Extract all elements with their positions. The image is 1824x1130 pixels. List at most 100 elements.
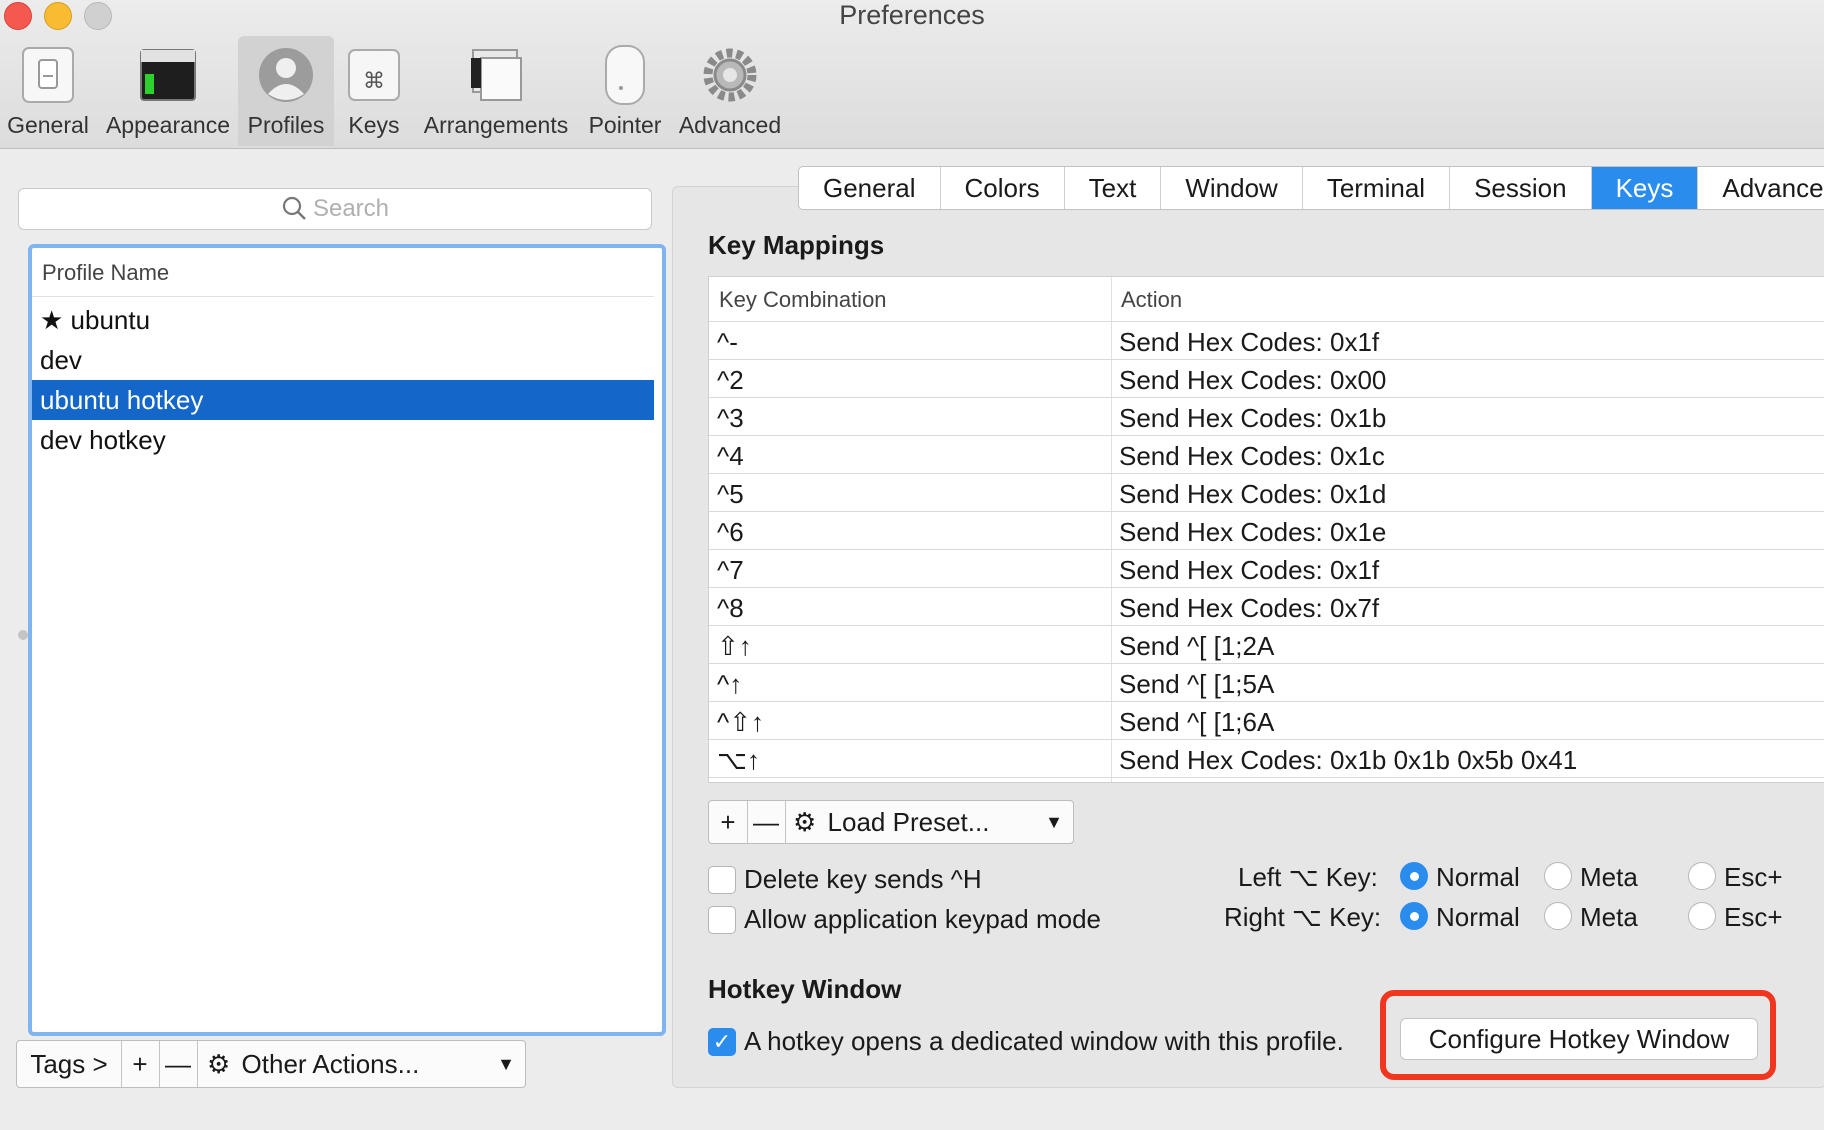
- table-row[interactable]: ^- Send Hex Codes: 0x1f: [709, 322, 1824, 360]
- load-preset-label: Load Preset...: [827, 807, 990, 837]
- terminal-window-icon: [140, 49, 196, 101]
- profile-list: Profile Name ★ ubuntu dev ubuntu hotkey …: [28, 244, 666, 1036]
- svg-text:⌘: ⌘: [363, 69, 385, 94]
- tab-window[interactable]: Window: [1161, 167, 1303, 209]
- left-option-normal-radio[interactable]: [1400, 862, 1428, 890]
- table-row[interactable]: ^5 Send Hex Codes: 0x1d: [709, 474, 1824, 512]
- tab-terminal[interactable]: Terminal: [1303, 167, 1451, 209]
- delete-key-checkbox[interactable]: [708, 866, 736, 894]
- delete-key-label: Delete key sends ^H: [744, 864, 982, 894]
- gear-icon: ⚙: [793, 807, 817, 837]
- keypad-mode-label: Allow application keypad mode: [744, 904, 1101, 934]
- table-row[interactable]: ^8 Send Hex Codes: 0x7f: [709, 588, 1824, 626]
- key-mappings-heading: Key Mappings: [708, 230, 885, 260]
- table-row[interactable]: ⌥↑ Send Hex Codes: 0x1b 0x1b 0x5b 0x41: [709, 740, 1824, 778]
- action-cell: Send Hex Codes: 0x7f: [1119, 593, 1380, 623]
- toolbar-profiles[interactable]: Profiles: [238, 36, 334, 146]
- key-cell: ^5: [717, 479, 744, 509]
- toolbar-keys[interactable]: ⌘ Keys: [340, 36, 408, 146]
- search-placeholder: Search: [312, 195, 390, 222]
- remove-mapping-button[interactable]: —: [747, 801, 786, 843]
- tab-general[interactable]: General: [799, 167, 941, 209]
- add-mapping-button[interactable]: +: [709, 801, 748, 843]
- key-combination-column-header[interactable]: Key Combination: [719, 277, 887, 323]
- key-cell: ^8: [717, 593, 744, 623]
- toolbar-general[interactable]: General: [4, 36, 92, 146]
- hotkey-checkbox[interactable]: ✓: [708, 1028, 736, 1056]
- table-row[interactable]: ⇧↑ Send ^[ [1;2A: [709, 626, 1824, 664]
- table-row[interactable]: ^7 Send Hex Codes: 0x1f: [709, 550, 1824, 588]
- window-title: Preferences: [839, 0, 985, 30]
- right-option-esc-radio[interactable]: [1688, 902, 1716, 930]
- action-cell: Send Hex Codes: 0x1b: [1119, 403, 1387, 433]
- other-actions-label: Other Actions...: [241, 1049, 420, 1079]
- toolbar-arrangements[interactable]: Arrangements: [420, 36, 572, 146]
- tab-session[interactable]: Session: [1450, 167, 1592, 209]
- right-option-meta-label: Meta: [1580, 902, 1638, 932]
- gear-icon: ⚙: [207, 1049, 231, 1079]
- arrangements-windows-icon: [471, 49, 522, 101]
- keypad-mode-checkbox[interactable]: [708, 906, 736, 934]
- checkmark-icon: ✓: [712, 1029, 732, 1054]
- key-mapping-actions-bar: + — ⚙ Load Preset... ▼: [708, 800, 1074, 844]
- split-view-handle[interactable]: [18, 630, 28, 640]
- table-row[interactable]: ^↑ Send ^[ [1;5A: [709, 664, 1824, 702]
- action-cell: Send Hex Codes: 0x1e: [1119, 517, 1387, 547]
- chevron-down-icon: ▼: [1045, 812, 1063, 832]
- key-mappings-header: Key Combination Action: [709, 277, 1824, 322]
- action-cell: Send Hex Codes: 0x1d: [1119, 479, 1387, 509]
- right-option-esc-label: Esc+: [1724, 902, 1783, 932]
- tab-advanced[interactable]: Advanced: [1698, 167, 1824, 209]
- key-cell: ^2: [717, 365, 744, 395]
- load-preset-dropdown[interactable]: ⚙ Load Preset... ▼: [785, 801, 1073, 843]
- action-column-header[interactable]: Action: [1121, 277, 1182, 323]
- left-option-meta-radio[interactable]: [1544, 862, 1572, 890]
- left-option-meta-label: Meta: [1580, 862, 1638, 892]
- key-cell: ^↑: [717, 669, 743, 699]
- tab-keys[interactable]: Keys: [1591, 167, 1699, 209]
- table-row[interactable]: ^3 Send Hex Codes: 0x1b: [709, 398, 1824, 436]
- profile-row-ubuntu[interactable]: ★ ubuntu: [32, 300, 654, 340]
- left-option-esc-label: Esc+: [1724, 862, 1783, 892]
- hotkey-window-heading: Hotkey Window: [708, 974, 902, 1004]
- toolbar-appearance[interactable]: Appearance: [104, 36, 232, 146]
- right-option-key-label: Right ⌥ Key:: [1224, 902, 1382, 932]
- profile-name-column-header[interactable]: Profile Name: [32, 248, 654, 297]
- left-option-esc-radio[interactable]: [1688, 862, 1716, 890]
- profile-row-dev[interactable]: dev: [32, 340, 654, 380]
- table-row[interactable]: ^4 Send Hex Codes: 0x1c: [709, 436, 1824, 474]
- add-profile-button[interactable]: +: [121, 1041, 160, 1087]
- action-cell: Send Hex Codes: 0x1f: [1119, 327, 1380, 357]
- toolbar-pointer[interactable]: Pointer: [584, 36, 666, 146]
- tab-text[interactable]: Text: [1065, 167, 1162, 209]
- remove-profile-button[interactable]: —: [159, 1041, 198, 1087]
- key-cell: ^⇧↑: [717, 707, 764, 737]
- gear-icon: [703, 48, 757, 102]
- action-cell: Send Hex Codes: 0x1c: [1119, 441, 1385, 471]
- key-cell: ⌥↑: [717, 745, 760, 775]
- key-cell: ⇧↑: [717, 631, 752, 661]
- mouse-icon: [605, 45, 645, 105]
- right-option-meta-radio[interactable]: [1544, 902, 1572, 930]
- right-option-normal-radio[interactable]: [1400, 902, 1428, 930]
- profile-search-input[interactable]: Search: [18, 188, 652, 230]
- action-cell: Send ^[ [1;2A: [1119, 631, 1275, 661]
- key-cell: ^3: [717, 403, 744, 433]
- table-row[interactable]: ^⇧↑ Send ^[ [1;6A: [709, 702, 1824, 740]
- command-key-icon: ⌘: [348, 49, 400, 101]
- table-row[interactable]: ^2 Send Hex Codes: 0x00: [709, 360, 1824, 398]
- profile-avatar-icon: [259, 48, 313, 102]
- profile-row-dev-hotkey[interactable]: dev hotkey: [32, 420, 654, 460]
- tags-button[interactable]: Tags >: [17, 1041, 122, 1087]
- profile-row-ubuntu-hotkey[interactable]: ubuntu hotkey: [32, 380, 654, 420]
- toolbar-advanced[interactable]: Advanced: [676, 36, 784, 146]
- toolbar-keys-label: Keys: [348, 112, 400, 138]
- toolbar-arrangements-label: Arrangements: [423, 112, 569, 138]
- window-toolbar: Preferences General Appearance Profiles …: [0, 0, 1824, 149]
- table-row[interactable]: ^6 Send Hex Codes: 0x1e: [709, 512, 1824, 550]
- configure-hotkey-window-button[interactable]: Configure Hotkey Window: [1400, 1018, 1758, 1060]
- other-actions-dropdown[interactable]: ⚙ Other Actions... ▼: [197, 1041, 525, 1087]
- profile-tabs: General Colors Text Window Terminal Sess…: [798, 166, 1824, 210]
- key-cell: ^7: [717, 555, 744, 585]
- tab-colors[interactable]: Colors: [941, 167, 1065, 209]
